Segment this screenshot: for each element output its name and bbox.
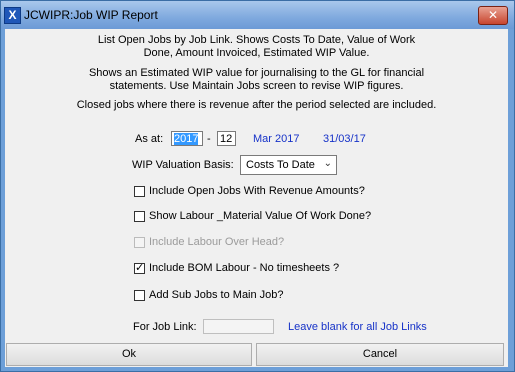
option-label-labour-material: Show Labour _Material Value Of Work Done…: [149, 210, 372, 222]
period-input[interactable]: 12: [217, 131, 236, 146]
description-line-2: Done, Amount Invoiced, Estimated WIP Val…: [143, 47, 370, 59]
checkbox-labour-material[interactable]: [134, 211, 145, 222]
checkbox-open-jobs-revenue[interactable]: [134, 186, 145, 197]
close-icon: ✕: [487, 8, 499, 22]
option-label-labour-overhead: Include Labour Over Head?: [149, 236, 285, 248]
wip-basis-value: Costs To Date: [246, 159, 315, 171]
year-value: 2017: [174, 133, 199, 145]
option-label-open-jobs-revenue: Include Open Jobs With Revenue Amounts?: [149, 185, 365, 197]
title-bar[interactable]: X JCWIPR:Job WIP Report ✕: [1, 1, 514, 29]
dialog-window: X JCWIPR:Job WIP Report ✕ List Open Jobs…: [0, 0, 515, 372]
close-button[interactable]: ✕: [478, 6, 508, 25]
as-at-separator: -: [207, 133, 211, 145]
wip-basis-select[interactable]: Costs To Date ⌄: [240, 155, 337, 175]
cancel-button[interactable]: Cancel: [256, 343, 504, 366]
description-line-3: Shows an Estimated WIP value for journal…: [88, 67, 425, 79]
description-line-4: statements. Use Maintain Jobs screen to …: [109, 80, 404, 92]
option-label-bom-labour: Include BOM Labour - No timesheets ?: [149, 262, 340, 274]
ok-button[interactable]: Ok: [6, 343, 252, 366]
year-input[interactable]: 2017: [171, 131, 203, 146]
checkbox-sub-jobs[interactable]: [134, 290, 145, 301]
description-line-1: List Open Jobs by Job Link. Shows Costs …: [97, 34, 416, 46]
as-at-label: As at:: [135, 133, 164, 145]
checkmark-icon: ✓: [135, 261, 145, 274]
job-link-hint: Leave blank for all Job Links: [288, 321, 427, 333]
job-link-input[interactable]: [203, 319, 274, 334]
job-link-label: For Job Link:: [133, 321, 197, 333]
window-title: JCWIPR:Job WIP Report: [24, 8, 158, 22]
chevron-down-icon: ⌄: [323, 158, 332, 169]
option-label-sub-jobs: Add Sub Jobs to Main Job?: [149, 289, 284, 301]
as-at-date: 31/03/17: [323, 133, 366, 145]
app-icon: X: [4, 7, 21, 24]
description-line-5: Closed jobs where there is revenue after…: [76, 99, 437, 111]
checkbox-labour-overhead: [134, 237, 145, 248]
as-at-month: Mar 2017: [253, 133, 300, 145]
wip-basis-label: WIP Valuation Basis:: [132, 159, 234, 171]
dialog-body: List Open Jobs by Job Link. Shows Costs …: [5, 29, 508, 367]
checkbox-bom-labour[interactable]: ✓: [134, 261, 145, 274]
